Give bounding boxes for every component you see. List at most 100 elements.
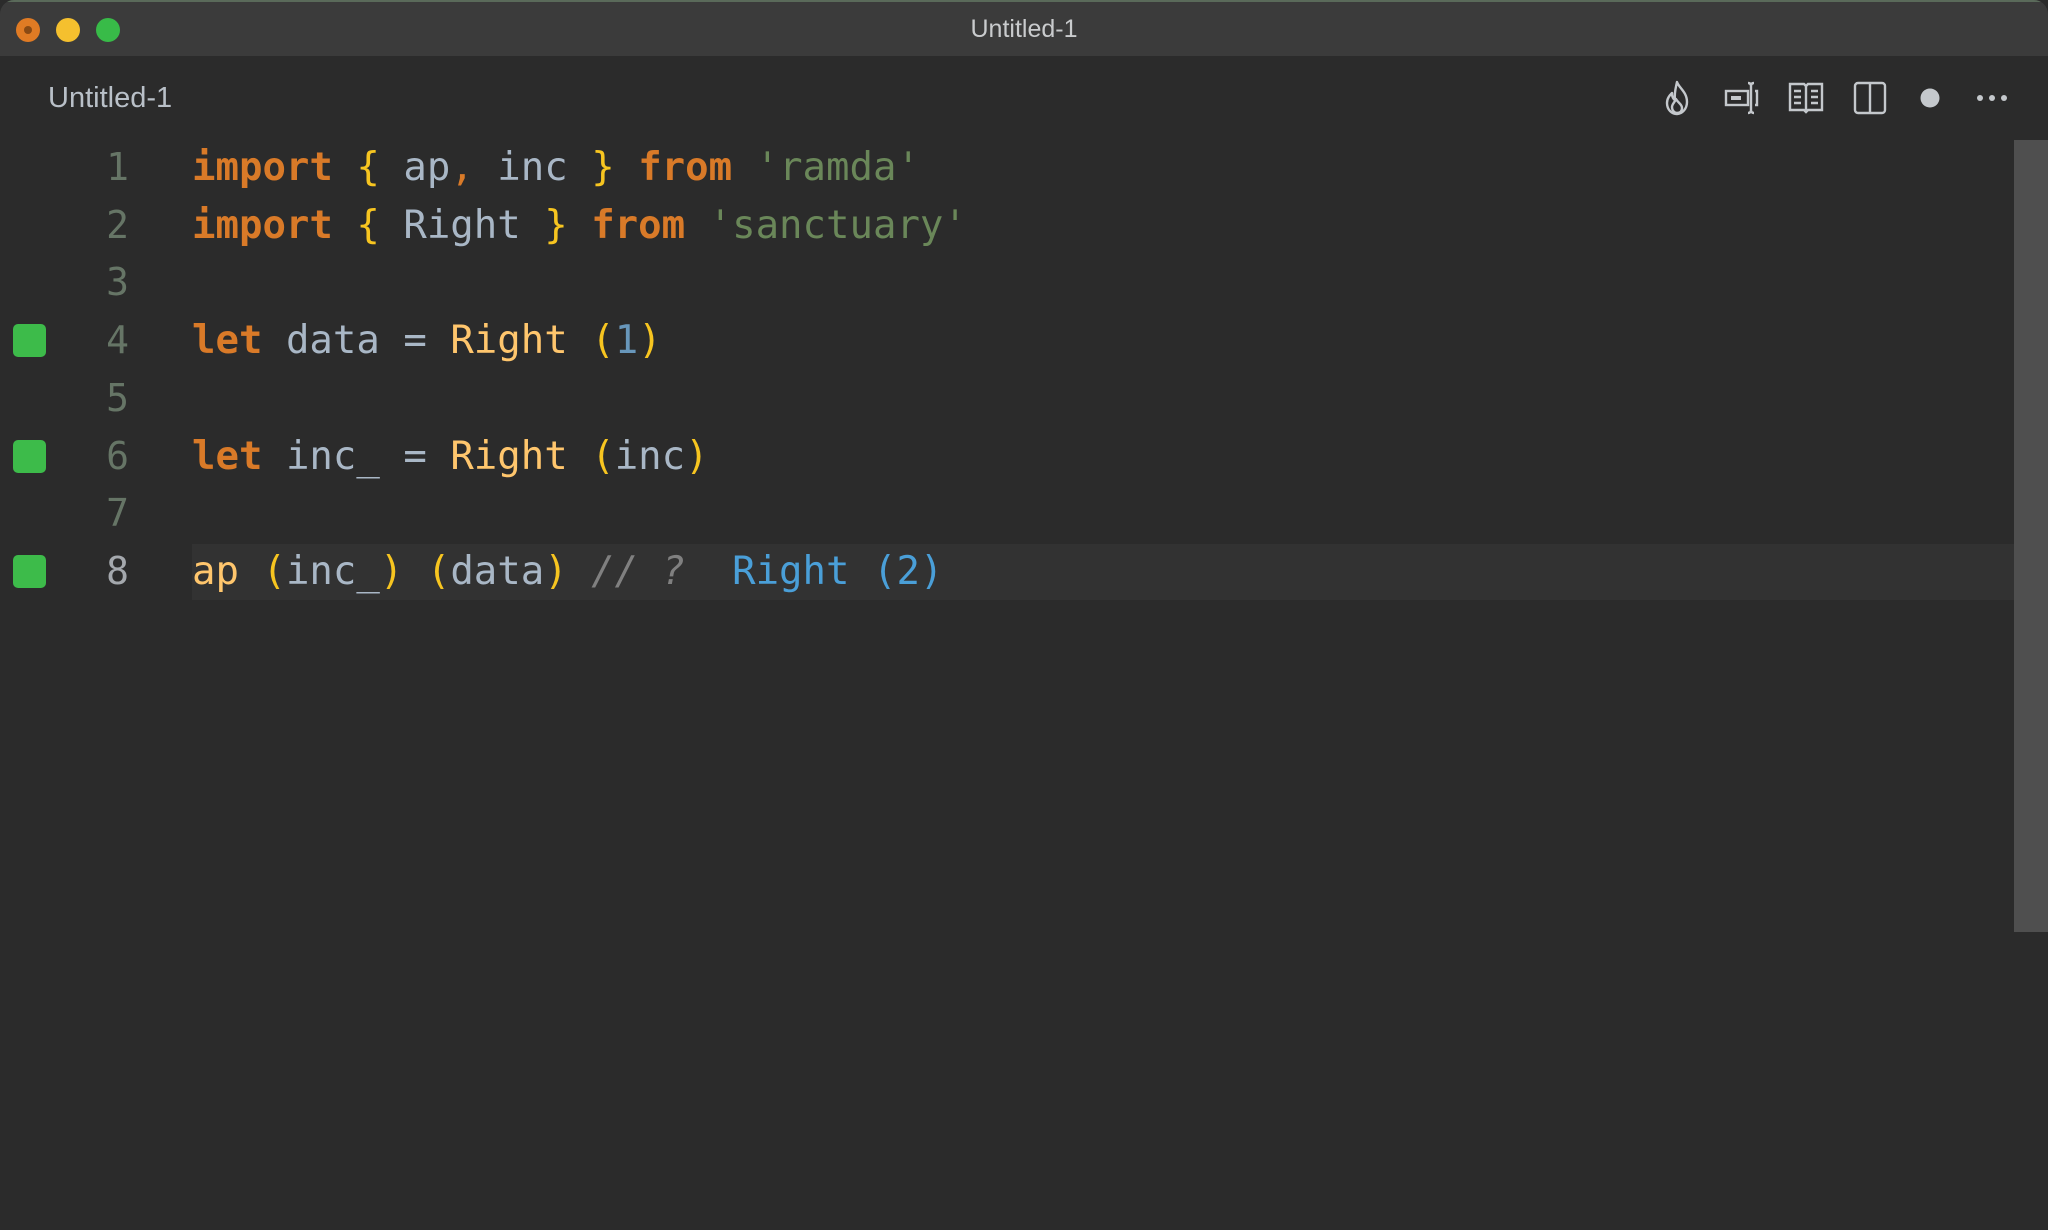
bracket-token: } (544, 202, 568, 248)
identifier-token: data (285, 318, 380, 364)
flame-icon[interactable] (1658, 78, 1698, 118)
code-line-content[interactable] (192, 255, 2014, 311)
open-book-icon[interactable] (1786, 78, 1826, 118)
window-title: Untitled-1 (970, 15, 1078, 43)
code-line-content[interactable] (192, 486, 2014, 542)
code-line[interactable]: 8 ap (inc_) (data) // ? Right (2) (0, 543, 2014, 600)
keyword-token: let (192, 433, 263, 479)
string-token: 'sanctuary' (708, 202, 967, 248)
code-line[interactable]: 7 (0, 485, 2014, 542)
operator-token: = (403, 318, 427, 364)
bracket-token: ) (638, 318, 662, 364)
bracket-token: { (356, 145, 380, 190)
operator-token: = (403, 433, 427, 479)
keyword-token: import (192, 145, 333, 190)
punctuation-token: , (450, 145, 474, 190)
comment-token: // ? (591, 548, 686, 594)
keyword-token: from (638, 145, 733, 190)
code-line-content[interactable]: let data = Right (1) (192, 313, 2014, 369)
scrollbar-thumb[interactable] (2014, 140, 2048, 932)
line-number: 7 (106, 491, 129, 536)
identifier-token: inc (497, 145, 568, 190)
bracket-token: ( (591, 433, 615, 479)
line-number: 3 (106, 260, 129, 305)
code-line[interactable]: 4 let data = Right (1) (0, 312, 2014, 369)
keyword-token: from (591, 202, 686, 248)
keyword-token: import (192, 202, 333, 248)
bracket-token: { (356, 202, 380, 248)
identifier-token: inc (614, 433, 686, 479)
code-line-content[interactable]: import { ap, inc } from 'ramda' (192, 140, 2014, 196)
inline-result: Right (2) (732, 548, 944, 594)
code-text[interactable]: let data = Right (1) (192, 313, 662, 369)
code-editor[interactable]: 1 import { ap, inc } from 'ramda' 2 import … (0, 140, 2048, 1230)
bracket-token: } (591, 145, 615, 190)
function-token: Right (450, 318, 568, 364)
identifier-token: data (450, 548, 545, 594)
split-editor-icon[interactable] (1850, 78, 1890, 118)
title-bar: Untitled-1 (0, 0, 2048, 56)
code-line[interactable]: 5 (0, 370, 2014, 427)
editor-window: Untitled-1 Untitled-1 1 import { ap, inc … (0, 0, 2048, 1230)
line-number: 5 (106, 375, 129, 420)
string-token: 'ramda' (755, 145, 920, 190)
code-line[interactable]: 1 import { ap, inc } from 'ramda' (0, 139, 2014, 196)
unsaved-dot-icon[interactable] (1910, 78, 1950, 118)
line-number: 2 (106, 202, 129, 247)
code-line-content[interactable]: let inc_ = Right (inc) (192, 429, 2014, 485)
more-icon[interactable] (1972, 78, 2012, 118)
bracket-token: ( (262, 548, 286, 594)
line-number: 4 (106, 318, 129, 363)
bracket-token: ) (379, 548, 404, 594)
keyword-token: let (192, 318, 263, 364)
identifier-token: inc_ (285, 548, 380, 594)
code-line[interactable]: 2 import { Right } from 'sanctuary' (0, 197, 2014, 254)
code-text[interactable]: ap (inc_) (data) // ? Right (2) (192, 544, 943, 600)
bracket-token: ) (544, 548, 568, 594)
code-line-content[interactable]: import { Right } from 'sanctuary' (192, 198, 2014, 254)
code-text[interactable]: import { Right } from 'sanctuary' (192, 198, 967, 254)
function-token: ap (192, 548, 239, 594)
line-number: 8 (106, 548, 129, 593)
function-token: Right (450, 433, 568, 479)
code-line-content[interactable] (192, 371, 2014, 427)
bracket-token: ( (591, 318, 615, 364)
code-text[interactable]: import { ap, inc } from 'ramda' (192, 140, 920, 196)
coverage-marker-icon[interactable] (13, 554, 46, 588)
coverage-marker-icon[interactable] (13, 324, 46, 358)
editor-toolbar (0, 78, 2048, 118)
bracket-token: ( (426, 548, 451, 594)
number-token: 1 (614, 318, 639, 364)
coverage-marker-icon[interactable] (13, 439, 46, 473)
line-number: 1 (106, 145, 129, 189)
code-line[interactable]: 6 let inc_ = Right (inc) (0, 428, 2014, 485)
code-text[interactable]: let inc_ = Right (inc) (192, 429, 709, 485)
rename-cursor-icon[interactable] (1722, 78, 1762, 118)
identifier-token: Right (403, 202, 521, 248)
code-line[interactable]: 3 (0, 254, 2014, 311)
bracket-token: ) (685, 433, 709, 479)
code-line-content[interactable]: ap (inc_) (data) // ? Right (2) (192, 543, 2014, 600)
line-number: 6 (106, 433, 129, 478)
